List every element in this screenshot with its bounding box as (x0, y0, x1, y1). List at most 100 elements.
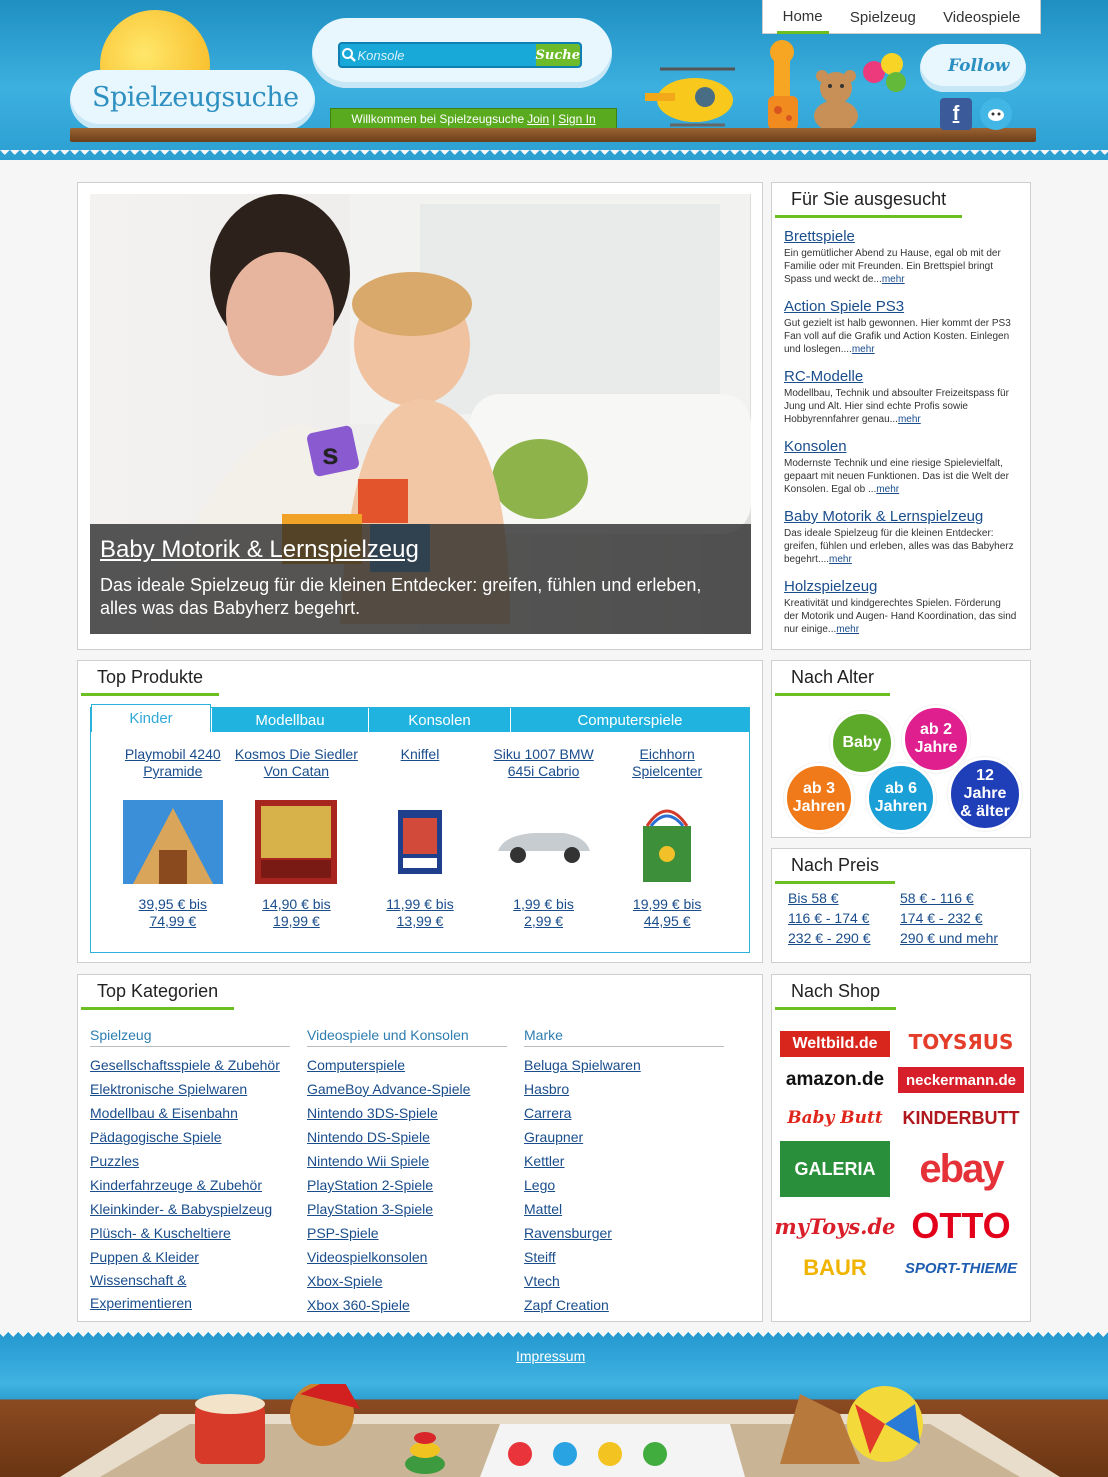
product-name[interactable]: Siku 1007 BMW 645i Cabrio (482, 746, 606, 792)
age-3-button[interactable]: ab 3 Jahren (784, 763, 854, 833)
category-link[interactable]: Experimentieren (90, 1292, 290, 1315)
age-2-button[interactable]: ab 2 Jahre (902, 705, 970, 773)
shop-galeria-logo[interactable]: GALERIA (780, 1141, 890, 1197)
shop-mytoys-logo[interactable]: myToys.de (774, 1205, 895, 1247)
category-link[interactable]: GameBoy Advance-Spiele (307, 1077, 507, 1101)
product-price[interactable]: 19,99 € bis 44,95 € (605, 896, 729, 930)
twitter-icon[interactable] (980, 98, 1012, 130)
product-image[interactable] (482, 792, 606, 892)
category-link[interactable]: Computerspiele (307, 1053, 507, 1077)
age-6-button[interactable]: ab 6 Jahren (866, 763, 936, 833)
category-link[interactable]: Carrera (524, 1101, 724, 1125)
category-link[interactable]: Puzzles (90, 1149, 290, 1173)
selected-item-title[interactable]: Baby Motorik & Lernspielzeug (784, 508, 1018, 525)
category-link[interactable]: Xbox 360-Spiele (307, 1293, 507, 1317)
category-link[interactable]: PlayStation 2-Spiele (307, 1173, 507, 1197)
category-link[interactable]: Kinderfahrzeuge & Zubehör (90, 1173, 290, 1197)
nav-videospiele[interactable]: Videospiele (937, 1, 1026, 32)
category-link[interactable]: Lego (524, 1173, 724, 1197)
category-link[interactable]: Mattel (524, 1197, 724, 1221)
product-price[interactable]: 14,90 € bis 19,99 € (235, 896, 359, 930)
price-range-link[interactable]: Bis 58 € (788, 890, 900, 906)
product-image[interactable] (235, 792, 359, 892)
category-link[interactable]: Gesellschaftsspiele & Zubehör (90, 1053, 290, 1077)
age-baby-button[interactable]: Baby (830, 711, 894, 775)
tab-modellbau[interactable]: Modellbau (211, 708, 368, 732)
price-range-link[interactable]: 290 € und mehr (900, 930, 1020, 946)
shop-baur-logo[interactable]: BAUR (780, 1255, 890, 1281)
category-link[interactable]: Modellbau & Eisenbahn (90, 1101, 290, 1125)
category-link[interactable]: Zapf Creation (524, 1293, 724, 1317)
shop-amazon-logo[interactable]: amazon.de (780, 1065, 890, 1095)
search-input[interactable] (357, 47, 536, 63)
product-price[interactable]: 11,99 € bis 13,99 € (358, 896, 482, 930)
category-link[interactable]: Nintendo Wii Spiele (307, 1149, 507, 1173)
shop-neckermann-logo[interactable]: neckermann.de (898, 1067, 1024, 1093)
more-link[interactable]: mehr (876, 484, 899, 495)
product-image[interactable] (111, 792, 235, 892)
category-link[interactable]: Nintendo DS-Spiele (307, 1125, 507, 1149)
category-link[interactable]: Puppen & Kleider (90, 1245, 290, 1269)
price-range-link[interactable]: 58 € - 116 € (900, 890, 1020, 906)
category-link[interactable]: Beluga Spielwaren (524, 1053, 724, 1077)
more-link[interactable]: mehr (836, 624, 859, 635)
price-range-link[interactable]: 174 € - 232 € (900, 910, 1020, 926)
category-link[interactable]: Pädagogische Spiele (90, 1125, 290, 1149)
facebook-icon[interactable]: f (940, 98, 972, 130)
more-link[interactable]: mehr (898, 414, 921, 425)
product-name[interactable]: Kosmos Die Siedler Von Catan (235, 746, 359, 792)
category-link[interactable]: PSP-Spiele (307, 1221, 507, 1245)
category-link[interactable]: Kleinkinder- & Babyspielzeug (90, 1197, 290, 1221)
shop-babybutt-logo[interactable]: Baby Butt (780, 1103, 890, 1133)
shop-ebay-logo[interactable]: ebay (898, 1141, 1024, 1197)
product-name[interactable]: Playmobil 4240 Pyramide (111, 746, 235, 792)
age-12-button[interactable]: 12 Jahre & älter (948, 757, 1022, 831)
search-button[interactable]: Suche (535, 44, 580, 66)
hero-image[interactable]: s Baby Motorik & Lernspielzeug Das ideal… (90, 194, 751, 634)
shop-kinderbutt-logo[interactable]: KINDERBUTT (898, 1103, 1024, 1133)
tab-konsolen[interactable]: Konsolen (368, 708, 510, 732)
selected-item-title[interactable]: Holzspielzeug (784, 578, 1018, 595)
selected-item-title[interactable]: Brettspiele (784, 228, 1018, 245)
shop-otto-logo[interactable]: OTTO (898, 1205, 1024, 1247)
shop-toysrus-logo[interactable]: TOYSЯUS (898, 1027, 1024, 1057)
hero-title-link[interactable]: Baby Motorik & Lernspielzeug (100, 536, 741, 564)
product-name[interactable]: Kniffel (358, 746, 482, 792)
category-link[interactable]: Videospielkonsolen (307, 1245, 507, 1269)
join-link[interactable]: Join (527, 112, 549, 126)
more-link[interactable]: mehr (852, 344, 875, 355)
sign-in-link[interactable]: Sign In (558, 112, 595, 126)
category-link[interactable]: Nintendo 3DS-Spiele (307, 1101, 507, 1125)
shop-sportthieme-logo[interactable]: SPORT-THIEME (898, 1255, 1024, 1281)
price-range-link[interactable]: 232 € - 290 € (788, 930, 900, 946)
category-link[interactable]: Plüsch- & Kuscheltiere (90, 1221, 290, 1245)
product-name[interactable]: Eichhorn Spielcenter (605, 746, 729, 792)
nav-home[interactable]: Home (776, 0, 829, 34)
selected-item-title[interactable]: RC-Modelle (784, 368, 1018, 385)
category-link[interactable]: Steiff (524, 1245, 724, 1269)
product-image[interactable] (358, 792, 482, 892)
more-link[interactable]: mehr (829, 554, 852, 565)
tab-computerspiele[interactable]: Computerspiele (510, 708, 749, 732)
category-link[interactable]: Elektronische Spielwaren (90, 1077, 290, 1101)
tab-kinder[interactable]: Kinder (91, 704, 211, 732)
category-link[interactable]: Kettler (524, 1149, 724, 1173)
category-link[interactable]: Xbox-Spiele (307, 1269, 507, 1293)
category-link[interactable]: Hasbro (524, 1077, 724, 1101)
category-link[interactable]: Ravensburger (524, 1221, 724, 1245)
price-range-link[interactable]: 116 € - 174 € (788, 910, 900, 926)
product-price[interactable]: 1,99 € bis 2,99 € (482, 896, 606, 930)
product-image[interactable] (605, 792, 729, 892)
category-link[interactable]: PlayStation 3-Spiele (307, 1197, 507, 1221)
selected-item-title[interactable]: Konsolen (784, 438, 1018, 455)
more-link[interactable]: mehr (882, 274, 905, 285)
product-price[interactable]: 39,95 € bis 74,99 € (111, 896, 235, 930)
selected-item-title[interactable]: Action Spiele PS3 (784, 298, 1018, 315)
shop-weltbild-logo[interactable]: Weltbild.de (780, 1031, 890, 1057)
impressum-link[interactable]: Impressum (516, 1348, 585, 1364)
site-logo[interactable]: Spielzeugsuche (92, 82, 299, 113)
category-link[interactable]: Graupner (524, 1125, 724, 1149)
category-link[interactable]: Vtech (524, 1269, 724, 1293)
category-link[interactable]: Wissenschaft & (90, 1269, 290, 1292)
nav-spielzeug[interactable]: Spielzeug (844, 1, 922, 32)
